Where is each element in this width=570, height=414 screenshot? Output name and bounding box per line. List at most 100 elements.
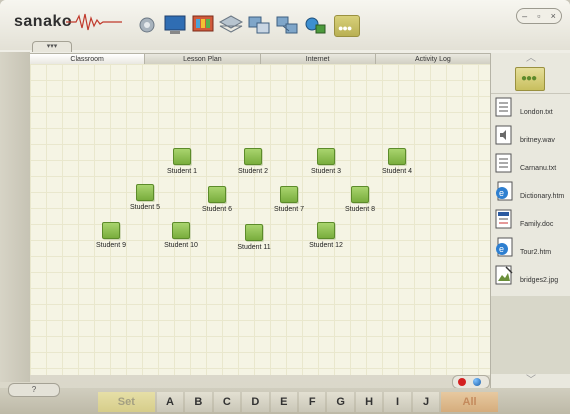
toolbar: sanako ●●● – ▫ × <box>0 0 570 50</box>
student-label: Student 12 <box>309 242 343 249</box>
file-panel-more-button[interactable]: ●●● <box>515 67 545 91</box>
group-g-button[interactable]: G <box>327 392 354 412</box>
text-file-icon <box>495 153 512 173</box>
web-file-icon: e <box>496 181 513 201</box>
group-f-button[interactable]: F <box>298 392 326 412</box>
group-d-button[interactable]: D <box>242 392 269 412</box>
student-9[interactable]: Student 9 <box>81 222 141 249</box>
file-name: London.txt <box>520 109 553 116</box>
svg-text:e: e <box>499 188 504 198</box>
file-panel: ︿ ●●● London.txt britney.wav Carnanu.txt… <box>490 53 570 393</box>
group-h-button[interactable]: H <box>355 392 383 412</box>
scroll-up-chevron-icon[interactable]: ︿ <box>491 53 570 65</box>
student-1[interactable]: Student 1 <box>152 148 212 175</box>
svg-text:e: e <box>499 244 504 254</box>
student-label: Student 10 <box>164 242 198 249</box>
student-monitor-icon <box>317 222 335 239</box>
student-6[interactable]: Student 6 <box>187 186 247 213</box>
file-item[interactable]: e Dictionary.htm <box>495 181 570 207</box>
student-monitor-icon <box>172 222 190 239</box>
help-button[interactable]: ? <box>8 383 60 397</box>
student-label: Student 3 <box>311 168 341 175</box>
student-2[interactable]: Student 2 <box>223 148 283 175</box>
student-label: Student 7 <box>274 206 304 213</box>
file-name: Family.doc <box>520 221 554 228</box>
file-item[interactable]: britney.wav <box>495 125 570 151</box>
image-file-icon <box>495 265 513 285</box>
group-j-button[interactable]: J <box>412 392 440 412</box>
network-icon[interactable] <box>134 13 160 37</box>
file-item[interactable]: e Tour2.htm <box>495 237 570 263</box>
student-monitor-icon <box>317 148 335 165</box>
more-tools-button[interactable]: ●●● <box>334 15 360 37</box>
screen-transfer-icon[interactable] <box>246 13 272 37</box>
classroom-area: Student 1 Student 2 Student 3 Student 4 … <box>30 64 490 375</box>
text-file-icon <box>495 97 512 117</box>
student-monitor-icon <box>244 148 262 165</box>
group-i-button[interactable]: I <box>384 392 411 412</box>
file-item[interactable]: bridges2.jpg <box>495 265 570 291</box>
student-7[interactable]: Student 7 <box>259 186 319 213</box>
student-4[interactable]: Student 4 <box>367 148 427 175</box>
file-item[interactable]: Family.doc <box>495 209 570 235</box>
web-file-icon: e <box>496 237 513 257</box>
student-monitor-icon <box>208 186 226 203</box>
group-c-button[interactable]: C <box>213 392 241 412</box>
student-label: Student 4 <box>382 168 412 175</box>
file-name: britney.wav <box>520 137 555 144</box>
student-8[interactable]: Student 8 <box>330 186 390 213</box>
left-edge-strip <box>0 52 30 382</box>
close-button[interactable]: × <box>551 11 556 21</box>
student-monitor-icon <box>102 222 120 239</box>
window-controls: – ▫ × <box>516 8 562 24</box>
student-monitor-icon <box>245 224 263 241</box>
display-icon[interactable] <box>190 13 216 37</box>
student-monitor-icon <box>351 186 369 203</box>
layers-icon[interactable] <box>218 13 244 37</box>
set-button[interactable]: Set <box>98 392 155 412</box>
student-label: Student 5 <box>130 204 160 211</box>
student-3[interactable]: Student 3 <box>296 148 356 175</box>
scroll-down-chevron-icon[interactable]: ﹀ <box>491 375 570 387</box>
student-11[interactable]: Student 11 <box>224 224 284 251</box>
file-name: bridges2.jpg <box>520 277 559 284</box>
group-icon[interactable] <box>302 13 328 37</box>
status-indicators <box>452 375 490 389</box>
broadcast-icon[interactable] <box>274 13 300 37</box>
globe-icon[interactable] <box>473 378 481 386</box>
audio-file-icon <box>495 125 512 145</box>
doc-file-icon <box>495 209 512 229</box>
divider <box>491 93 570 94</box>
student-label: Student 11 <box>237 244 271 251</box>
file-item[interactable]: Carnanu.txt <box>495 153 570 179</box>
student-label: Student 6 <box>202 206 232 213</box>
sanako-logo: sanako <box>14 13 73 30</box>
student-monitor-icon <box>173 148 191 165</box>
student-label: Student 2 <box>238 168 268 175</box>
group-e-button[interactable]: E <box>270 392 297 412</box>
group-a-button[interactable]: A <box>156 392 184 412</box>
file-panel-empty-area <box>491 296 570 374</box>
record-icon[interactable] <box>458 378 466 386</box>
file-name: Carnanu.txt <box>520 165 557 172</box>
restore-button[interactable]: ▫ <box>537 11 540 21</box>
logo-wave-icon <box>66 13 122 31</box>
minimize-button[interactable]: – <box>522 11 527 21</box>
collapse-toolbar-button[interactable]: ▾▾▾ <box>32 41 72 52</box>
student-monitor-icon <box>136 184 154 201</box>
student-label: Student 1 <box>167 168 197 175</box>
group-letter-bar: Set A B C D E F G H I J All <box>98 392 498 412</box>
group-b-button[interactable]: B <box>185 392 212 412</box>
file-name: Dictionary.htm <box>520 193 565 200</box>
student-monitor-icon <box>280 186 298 203</box>
file-name: Tour2.htm <box>520 249 552 256</box>
student-label: Student 8 <box>345 206 375 213</box>
file-item[interactable]: London.txt <box>495 97 570 123</box>
monitor-icon[interactable] <box>162 13 188 37</box>
student-5[interactable]: Student 5 <box>115 184 175 211</box>
student-12[interactable]: Student 12 <box>296 222 356 249</box>
student-monitor-icon <box>388 148 406 165</box>
all-groups-button[interactable]: All <box>441 392 498 412</box>
student-10[interactable]: Student 10 <box>151 222 211 249</box>
student-label: Student 9 <box>96 242 126 249</box>
